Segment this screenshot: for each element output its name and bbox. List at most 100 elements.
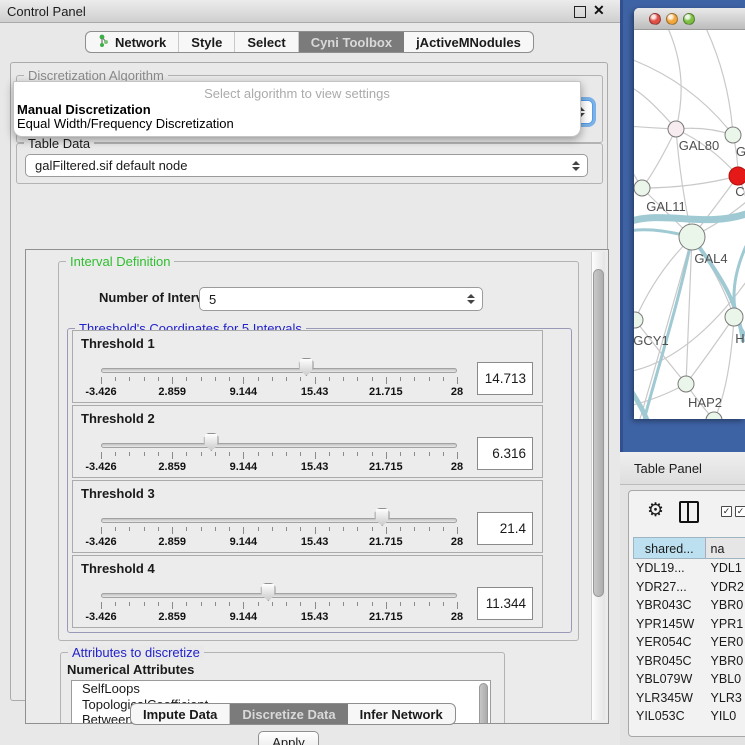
network-canvas[interactable]: GAL80GCGAL11GAL4GCY1HHAP2	[634, 30, 745, 419]
slider-thumb[interactable]	[204, 433, 219, 451]
scrollpane-scrollbar-track[interactable]	[591, 252, 605, 720]
network-node-g[interactable]	[725, 127, 741, 143]
slider-tick	[414, 602, 415, 606]
table-row[interactable]: YBL079WYBL0	[633, 670, 745, 689]
checkbox-icon[interactable]: ✓	[735, 506, 745, 517]
network-edge[interactable]	[634, 86, 676, 129]
tab-style[interactable]: Style	[179, 32, 235, 52]
threshold-slider[interactable]: -3.4262.8599.14415.4321.71528	[101, 507, 457, 549]
slider-tick	[457, 452, 458, 459]
network-edge[interactable]	[642, 129, 676, 188]
table-row[interactable]: YBR045CYBR0	[633, 652, 745, 671]
table-row[interactable]: YER054CYER0	[633, 633, 745, 652]
slider-thumb[interactable]	[261, 583, 276, 601]
mac-zoom-icon[interactable]	[683, 13, 695, 25]
control-panel-titlebar[interactable]: Control Panel ✕	[0, 0, 620, 23]
table-column-header[interactable]: na	[706, 538, 745, 558]
attributes-scrollbar[interactable]	[479, 683, 488, 724]
table-row[interactable]: YDL19...YDL1	[633, 559, 745, 578]
table-cell: YLR345W	[633, 689, 706, 708]
bottom-tab-impute-data[interactable]: Impute Data	[131, 704, 230, 724]
table-data-groupbox: Table Data galFiltered.sif default node	[16, 143, 603, 184]
network-edge[interactable]	[686, 317, 734, 384]
close-icon[interactable]: ✕	[593, 2, 605, 19]
desktop-edge	[620, 0, 623, 452]
network-edge-highlighted[interactable]	[634, 214, 745, 222]
algorithm-option-1[interactable]: Manual Discretization	[17, 102, 151, 117]
network-node-gcy1[interactable]	[634, 312, 643, 328]
tab-label: Network	[115, 35, 166, 50]
network-edge[interactable]	[704, 30, 733, 135]
table-body: YDL19...YDL1YDR27...YDR2YBR043CYBR0YPR14…	[633, 559, 745, 726]
slider-thumb[interactable]	[299, 358, 314, 376]
table-row[interactable]: YDR27...YDR2	[633, 578, 745, 597]
slider-tick	[158, 377, 159, 381]
numerical-attributes-title: Numerical Attributes	[67, 662, 194, 677]
slider-tick	[243, 452, 244, 459]
threshold-value-field[interactable]: 11.344	[477, 587, 533, 620]
slider-tick	[158, 452, 159, 456]
desktop-background: GAL80GCGAL11GAL4GCY1HHAP2	[620, 0, 745, 452]
slider-tick-label: -3.426	[85, 611, 116, 623]
threshold-value-field[interactable]: 21.4	[477, 512, 533, 545]
network-node-gal4[interactable]	[679, 224, 705, 250]
slider-thumb[interactable]	[375, 508, 390, 526]
tab-jactivemnodules[interactable]: jActiveMNodules	[404, 32, 533, 52]
network-node-gal11[interactable]	[634, 180, 650, 196]
tab-cyni-toolbox[interactable]: Cyni Toolbox	[299, 32, 404, 52]
network-edge[interactable]	[676, 128, 733, 135]
slider-tick	[243, 527, 244, 534]
network-node-hap2[interactable]	[678, 376, 694, 392]
gear-icon[interactable]: ⚙	[647, 499, 664, 522]
threshold-slider[interactable]: -3.4262.8599.14415.4321.71528	[101, 357, 457, 399]
slider-tick	[372, 602, 373, 606]
slider-tick	[457, 377, 458, 384]
network-edge[interactable]	[642, 176, 738, 188]
threshold-slider[interactable]: -3.4262.8599.14415.4321.71528	[101, 432, 457, 474]
interval-definition-label: Interval Definition	[66, 254, 174, 269]
table-row[interactable]: YPR145WYPR1	[633, 615, 745, 634]
bottom-tab-discretize-data[interactable]: Discretize Data	[230, 704, 347, 724]
network-node-h[interactable]	[725, 308, 743, 326]
table-panel-titlebar[interactable]: Table Panel	[620, 452, 745, 485]
network-edge[interactable]	[635, 320, 686, 384]
checkbox-icon[interactable]: ✓	[721, 506, 732, 517]
network-window[interactable]: GAL80GCGAL11GAL4GCY1HHAP2	[634, 8, 745, 419]
table-cell: YBL0	[706, 670, 745, 689]
columns-icon[interactable]	[679, 501, 699, 523]
table-row[interactable]: YBR043CYBR0	[633, 596, 745, 615]
network-edge[interactable]	[666, 30, 681, 129]
table-data-combobox[interactable]: galFiltered.sif default node	[25, 154, 588, 177]
number-of-intervals-combobox[interactable]: 5	[199, 287, 483, 311]
threshold-value-field[interactable]: 14.713	[477, 362, 533, 395]
threshold-value-field[interactable]: 6.316	[477, 437, 533, 470]
mac-minimize-icon[interactable]	[666, 13, 678, 25]
apply-button[interactable]: Apply	[258, 731, 319, 745]
network-node-c[interactable]	[729, 167, 745, 185]
slider-tick	[186, 527, 187, 531]
network-node-gal80[interactable]	[668, 121, 684, 137]
slider-tick	[101, 602, 102, 609]
scrollpane-scrollbar-thumb[interactable]	[593, 269, 604, 597]
threshold-panel-1: Threshold 1-3.4262.8599.14415.4321.71528…	[72, 330, 543, 403]
bottom-tab-infer-network[interactable]: Infer Network	[348, 704, 455, 724]
table-column-header[interactable]: shared...	[634, 538, 706, 558]
slider-tick	[343, 377, 344, 381]
slider-tick	[229, 527, 230, 531]
algorithm-option-2[interactable]: Equal Width/Frequency Discretization	[17, 116, 234, 131]
table-cell: YIL053C	[633, 707, 706, 726]
network-edge[interactable]	[634, 58, 733, 135]
threshold-slider[interactable]: -3.4262.8599.14415.4321.71528	[101, 582, 457, 624]
slider-tick	[429, 377, 430, 381]
tab-select[interactable]: Select	[235, 32, 298, 52]
mac-close-icon[interactable]	[649, 13, 661, 25]
slider-tick	[315, 377, 316, 384]
table-row[interactable]: YIL053CYIL0	[633, 707, 745, 726]
tab-network[interactable]: Network	[86, 32, 179, 52]
slider-tick	[300, 602, 301, 606]
float-window-icon[interactable]	[574, 6, 586, 18]
slider-tick-label: -3.426	[85, 386, 116, 398]
network-window-titlebar[interactable]	[634, 8, 745, 30]
table-row[interactable]: YLR345WYLR3	[633, 689, 745, 708]
attribute-item[interactable]: SelfLoops	[72, 681, 490, 697]
